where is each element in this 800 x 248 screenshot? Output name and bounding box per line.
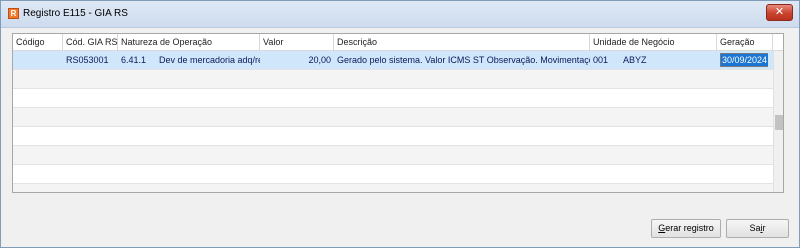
dialog-window: R Registro E115 - GIA RS ✕ Código Cód. G… <box>0 0 800 248</box>
col-header-natureza[interactable]: Natureza de Operação <box>118 34 260 50</box>
gerar-label: erar registro <box>665 223 714 233</box>
table-row[interactable] <box>13 165 773 184</box>
sair-label-start: Sa <box>749 223 761 233</box>
close-icon: ✕ <box>774 6 785 18</box>
cell-descricao[interactable]: Gerado pelo sistema. Valor ICMS ST Obser… <box>334 51 590 69</box>
records-grid[interactable]: Código Cód. GIA RS Natureza de Operação … <box>12 33 784 193</box>
col-header-unidade[interactable]: Unidade de Negócio <box>590 34 717 50</box>
table-row[interactable] <box>13 70 773 89</box>
cell-valor[interactable]: 20,00 <box>260 51 334 69</box>
scrollbar-thumb[interactable] <box>775 115 783 130</box>
col-header-valor[interactable]: Valor <box>260 34 334 50</box>
geracao-date-value[interactable]: 30/09/2024 <box>721 54 769 66</box>
geracao-date-editor[interactable]: 30/09/2024 <box>720 53 769 67</box>
vertical-scrollbar[interactable] <box>773 51 783 192</box>
cell-cod-gia-rs[interactable]: RS053001 <box>63 51 118 69</box>
app-icon: R <box>8 8 19 19</box>
table-row[interactable] <box>13 127 773 146</box>
grid-rows: RS053001 6.41.1 Dev de mercadoria adq/re… <box>13 51 773 192</box>
cell-unidade-nome[interactable]: ABYZ <box>620 51 717 69</box>
col-header-descricao[interactable]: Descrição <box>334 34 590 50</box>
col-header-codigo[interactable]: Código <box>13 34 63 50</box>
cell-codigo[interactable] <box>13 51 63 69</box>
table-row[interactable] <box>13 89 773 108</box>
col-header-geracao[interactable]: Geração <box>717 34 773 50</box>
table-row[interactable] <box>13 108 773 127</box>
close-button[interactable]: ✕ <box>766 4 793 21</box>
col-header-cod-gia-rs[interactable]: Cód. GIA RS <box>63 34 118 50</box>
gerar-registro-button[interactable]: Gerar registro <box>651 219 721 238</box>
sair-label-end: r <box>762 223 766 233</box>
sair-button[interactable]: Sair <box>726 219 789 238</box>
table-row[interactable] <box>13 184 773 192</box>
title-bar[interactable]: R Registro E115 - GIA RS ✕ <box>1 1 799 28</box>
table-row[interactable]: RS053001 6.41.1 Dev de mercadoria adq/re… <box>13 51 773 70</box>
table-row[interactable] <box>13 146 773 165</box>
cell-natureza-descricao[interactable]: Dev de mercadoria adq/rec <box>156 51 260 69</box>
cell-unidade-codigo[interactable]: 001 <box>590 51 620 69</box>
cell-natureza-codigo[interactable]: 6.41.1 <box>118 51 156 69</box>
grid-header: Código Cód. GIA RS Natureza de Operação … <box>13 34 783 51</box>
window-title: Registro E115 - GIA RS <box>23 8 128 19</box>
